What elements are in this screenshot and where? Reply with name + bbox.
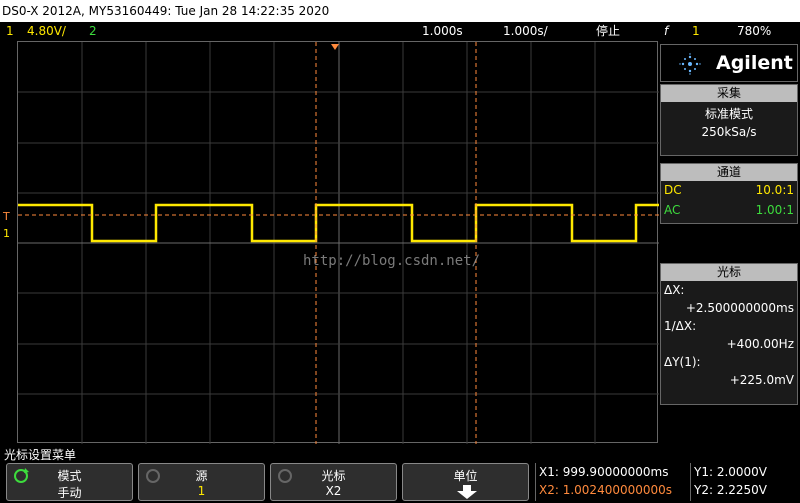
menu-title: 光标设置菜单 <box>4 448 77 462</box>
softkey-source-value: 1 <box>197 484 206 498</box>
softkey-units[interactable]: 单位 <box>402 463 529 501</box>
y2-readout: Y2: 2.2250V <box>694 483 768 497</box>
trigger-position-marker <box>331 44 339 50</box>
timebase-scale[interactable]: 1.000s <box>422 22 463 41</box>
channels-header: 通道 <box>661 164 797 181</box>
softkey-mode-label: 模式 <box>57 469 82 483</box>
delta-x-label: ΔX: <box>664 283 685 297</box>
softkey-cursor-value: X2 <box>325 484 342 498</box>
softkey-cursor-label: 光标 <box>321 469 346 483</box>
trigger-level[interactable]: 780% <box>737 22 771 41</box>
acquire-mode: 标准模式 <box>704 107 753 121</box>
delta-x-value: +2.500000000ms <box>685 301 794 315</box>
cursors-header: 光标 <box>661 264 797 281</box>
acquire-panel[interactable]: 采集 标准模式 250kSa/s <box>660 84 798 156</box>
graticule-grid <box>18 42 659 444</box>
trigger-channel: 1 <box>692 24 700 38</box>
cursors-panel[interactable]: 光标 ΔX: +2.500000000ms 1/ΔX: +400.00Hz ΔY… <box>660 263 798 405</box>
ch2-probe: 1.00:1 <box>755 203 794 217</box>
y-cursor-readout: Y1: 2.0000V Y2: 2.2250V <box>690 463 800 501</box>
trigger-level-marker: T <box>3 210 10 223</box>
delay-value[interactable]: 1.000s/ <box>503 22 548 41</box>
status-bar: 1 4.80V/ 2 1.000s 1.000s/ 停止 f 1 780% <box>0 22 800 41</box>
sample-rate: 250kSa/s <box>701 125 757 139</box>
ch1-ground-marker[interactable]: 1 <box>3 227 10 240</box>
delta-y-label: ΔY(1): <box>664 355 701 369</box>
ch2-number[interactable]: 2 <box>89 22 97 41</box>
graticule-svg <box>18 42 659 444</box>
softkey-source[interactable]: 源 1 <box>138 463 265 501</box>
ch1-coupling: DC <box>664 183 682 197</box>
channel-row-2: AC 1.00:1 <box>661 201 797 221</box>
window-title: DS0-X 2012A, MY53160449: Tue Jan 28 14:2… <box>0 0 800 22</box>
brand-name: Agilent <box>716 52 793 74</box>
softkey-cursor[interactable]: 光标 X2 <box>270 463 397 501</box>
brand-logo: Agilent <box>660 44 798 82</box>
waveform-display[interactable] <box>17 41 659 444</box>
ch1-scale[interactable]: 4.80V/ <box>27 22 66 41</box>
ch2-coupling: AC <box>664 203 681 217</box>
x1-readout: X1: 999.90000000ms <box>539 465 669 479</box>
run-state: 停止 <box>596 24 621 38</box>
submenu-arrow-icon <box>457 485 477 499</box>
x2-readout: X2: 1.002400000000s <box>539 483 673 497</box>
channels-panel[interactable]: 通道 DC 10.0:1 AC 1.00:1 <box>660 163 798 224</box>
ch1-probe: 10.0:1 <box>755 183 794 197</box>
inverse-delta-x-label: 1/ΔX: <box>664 319 697 333</box>
x-cursor-readout: X1: 999.90000000ms X2: 1.002400000000s <box>535 463 690 501</box>
trigger-edge-icon: f <box>664 24 669 38</box>
y1-readout: Y1: 2.0000V <box>694 465 768 479</box>
softkey-mode-value: 手动 <box>57 486 82 500</box>
watermark: http://blog.csdn.net/ <box>303 253 481 269</box>
softkey-mode[interactable]: 模式 手动 <box>6 463 133 501</box>
softkey-source-label: 源 <box>195 469 208 483</box>
delta-y-value: +225.0mV <box>729 373 794 387</box>
softkey-units-label: 单位 <box>453 469 478 483</box>
inverse-delta-x-value: +400.00Hz <box>726 337 794 351</box>
agilent-spark-icon <box>679 53 701 75</box>
acquire-header: 采集 <box>661 85 797 102</box>
ch1-number[interactable]: 1 <box>6 22 14 41</box>
side-panel: Agilent 采集 标准模式 250kSa/s 通道 DC 10.0:1 AC… <box>660 44 798 441</box>
channel-row-1: DC 10.0:1 <box>661 181 797 201</box>
